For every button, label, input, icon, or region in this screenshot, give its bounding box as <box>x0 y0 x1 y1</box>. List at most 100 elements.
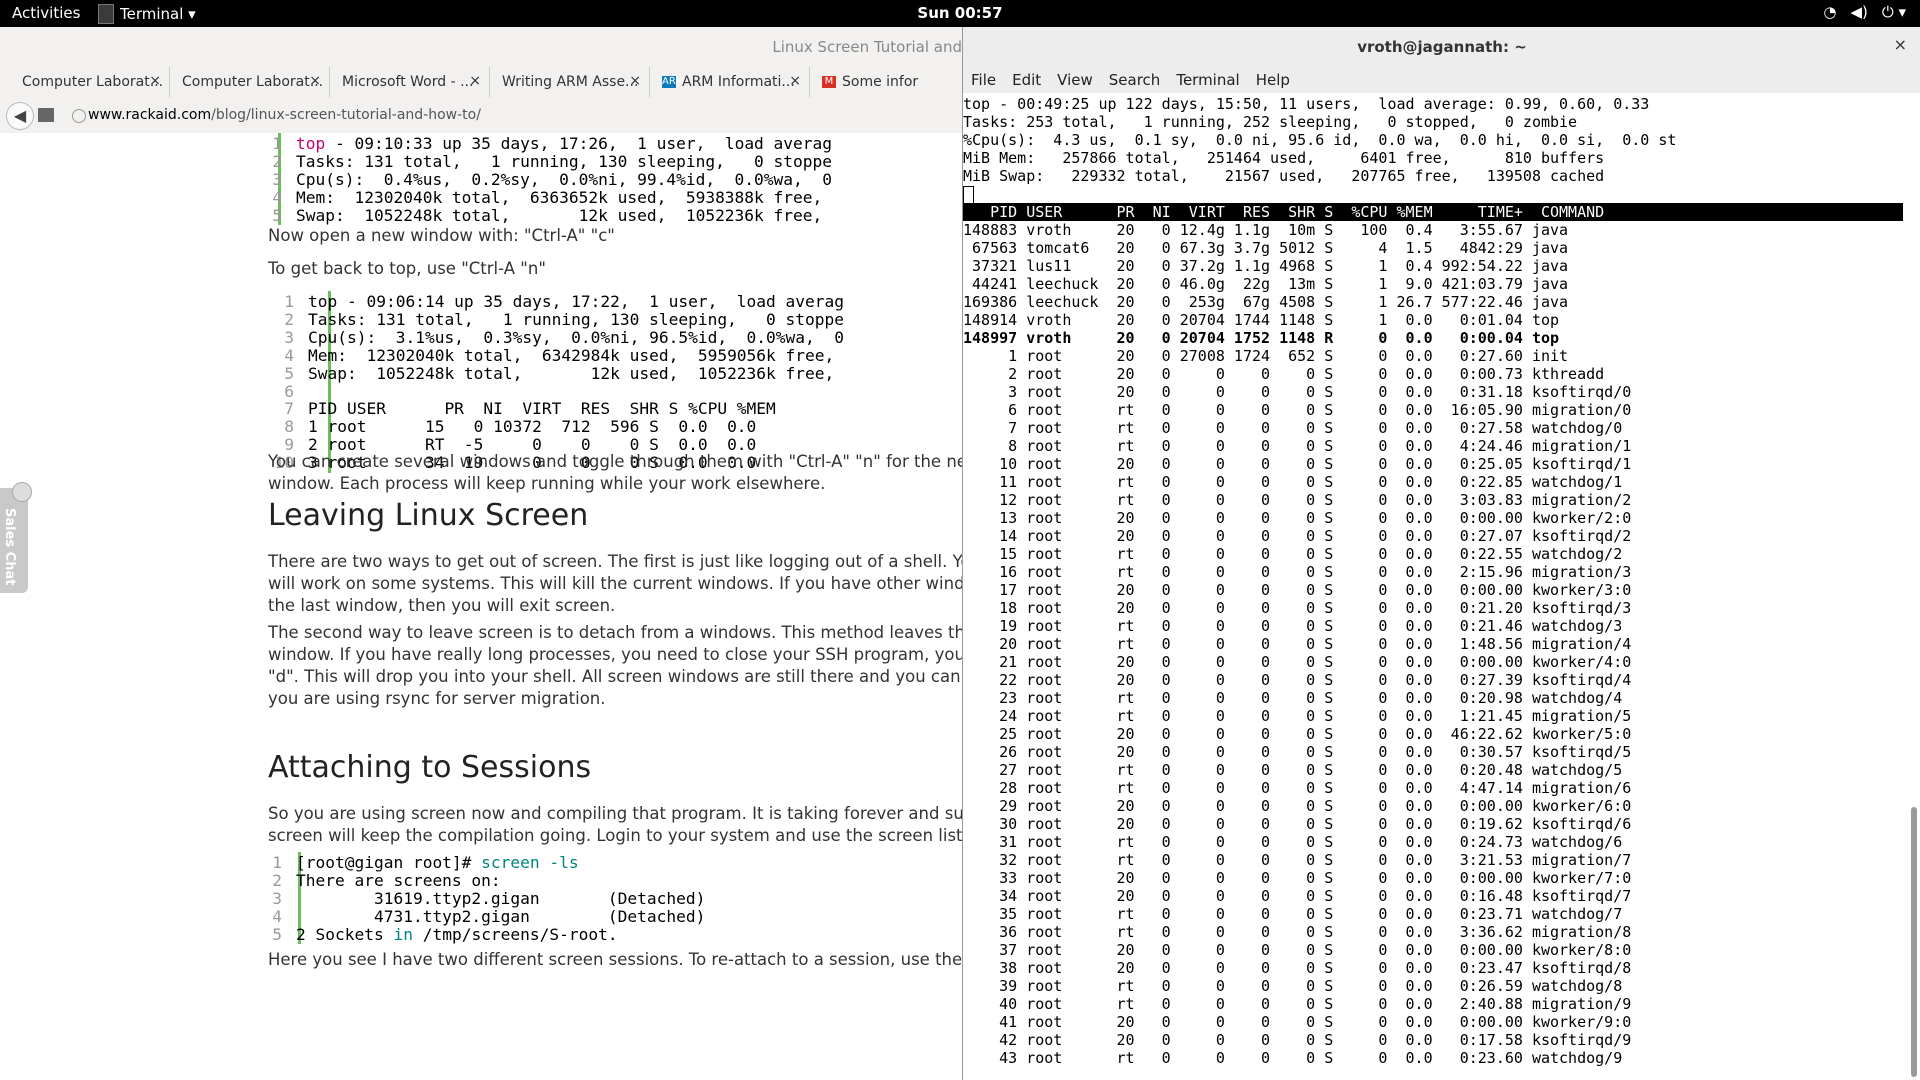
back-button[interactable]: ◀ <box>6 102 34 130</box>
paragraph: Here you see I have two different screen… <box>268 950 962 969</box>
menu-help[interactable]: Help <box>1248 67 1298 93</box>
process-row[interactable]: 33 root 20 0 0 0 0 S 0 0.0 0:00.00 kwork… <box>963 869 1903 887</box>
process-row[interactable]: 37321 lus11 20 0 37.2g 1.1g 4968 S 1 0.4… <box>963 257 1903 275</box>
process-row[interactable]: 22 root 20 0 0 0 0 S 0 0.0 0:27.39 ksoft… <box>963 671 1903 689</box>
tab-close-icon[interactable]: × <box>309 73 321 89</box>
process-row[interactable]: 43 root rt 0 0 0 0 S 0 0.0 0:23.60 watch… <box>963 1049 1903 1067</box>
process-row[interactable]: 42 root 20 0 0 0 0 S 0 0.0 0:17.58 ksoft… <box>963 1031 1903 1049</box>
process-row[interactable]: 67563 tomcat6 20 0 67.3g 3.7g 5012 S 4 1… <box>963 239 1903 257</box>
menu-edit[interactable]: Edit <box>1004 67 1049 93</box>
tab-close-icon[interactable]: × <box>789 73 801 89</box>
code-line: 1 top - 09:10:33 up 35 days, 17:26, 1 use… <box>260 135 832 153</box>
wifi-icon[interactable]: ◔ <box>1823 3 1836 21</box>
tab-label: ARM Informati... <box>682 74 795 90</box>
process-row[interactable]: 32 root rt 0 0 0 0 S 0 0.0 3:21.53 migra… <box>963 851 1903 869</box>
menu-search[interactable]: Search <box>1101 67 1169 93</box>
clock[interactable]: Sun 00:57 <box>0 4 1920 22</box>
browser-tab[interactable]: ARM ARM Informati... × <box>650 67 810 97</box>
browser-tab[interactable]: Computer Laborat... × <box>170 67 330 97</box>
system-tray[interactable]: ◔ ◀) ⏻ ▾ <box>1823 3 1906 21</box>
paragraph-detach: The second way to leave screen is to det… <box>268 622 962 710</box>
code-text: top - 09:06:14 up 35 days, 17:22, 1 user… <box>308 292 845 311</box>
process-row[interactable]: 17 root 20 0 0 0 0 S 0 0.0 0:00.00 kwork… <box>963 581 1903 599</box>
paragraph: window. Each process will keep running w… <box>268 474 826 493</box>
process-row[interactable]: 169386 leechuck 20 0 253g 67g 4508 S 1 2… <box>963 293 1903 311</box>
browser-tab[interactable]: M Some infor <box>810 67 970 97</box>
process-row[interactable]: 20 root rt 0 0 0 0 S 0 0.0 1:48.56 migra… <box>963 635 1903 653</box>
process-row[interactable]: 35 root rt 0 0 0 0 S 0 0.0 0:23.71 watch… <box>963 905 1903 923</box>
process-row[interactable]: 26 root 20 0 0 0 0 S 0 0.0 0:30.57 ksoft… <box>963 743 1903 761</box>
sales-chat-toggle[interactable] <box>12 482 32 502</box>
tab-close-icon[interactable]: × <box>469 73 481 89</box>
close-icon[interactable]: × <box>1894 35 1907 54</box>
process-row[interactable]: 31 root rt 0 0 0 0 S 0 0.0 0:24.73 watch… <box>963 833 1903 851</box>
process-row[interactable]: 30 root 20 0 0 0 0 S 0 0.0 0:19.62 ksoft… <box>963 815 1903 833</box>
process-row[interactable]: 44241 leechuck 20 0 46.0g 22g 13m S 1 9.… <box>963 275 1903 293</box>
app-menu-terminal[interactable]: Terminal ▾ <box>98 0 196 27</box>
process-row[interactable]: 12 root rt 0 0 0 0 S 0 0.0 3:03.83 migra… <box>963 491 1903 509</box>
activities-button[interactable]: Activities <box>12 4 80 22</box>
process-row[interactable]: 148883 vroth 20 0 12.4g 1.1g 10m S 100 0… <box>963 221 1903 239</box>
process-row[interactable]: 16 root rt 0 0 0 0 S 0 0.0 2:15.96 migra… <box>963 563 1903 581</box>
process-row[interactable]: 25 root 20 0 0 0 0 S 0 0.0 46:22.62 kwor… <box>963 725 1903 743</box>
power-icon[interactable]: ⏻ ▾ <box>1882 3 1906 21</box>
process-row[interactable]: 7 root rt 0 0 0 0 S 0 0.0 0:27.58 watchd… <box>963 419 1903 437</box>
process-row[interactable]: 37 root 20 0 0 0 0 S 0 0.0 0:00.00 kwork… <box>963 941 1903 959</box>
browser-tab[interactable]: Writing ARM Asse... × <box>490 67 650 97</box>
code-text: There are screens on: <box>296 870 501 890</box>
process-row[interactable]: 15 root rt 0 0 0 0 S 0 0.0 0:22.55 watch… <box>963 545 1903 563</box>
volume-icon[interactable]: ◀) <box>1850 3 1867 21</box>
browser-tab[interactable]: Computer Laborat... × <box>10 67 170 97</box>
process-row[interactable]: 28 root rt 0 0 0 0 S 0 0.0 4:47.14 migra… <box>963 779 1903 797</box>
code-block-3-text: 1 [root@gigan root]# screen -ls 2 There are… <box>260 854 705 944</box>
terminal-scrollbar[interactable] <box>1911 807 1917 1077</box>
process-row[interactable]: 24 root rt 0 0 0 0 S 0 0.0 1:21.45 migra… <box>963 707 1903 725</box>
menu-file[interactable]: File <box>963 67 1004 93</box>
sales-chat-widget[interactable]: Sales Chat <box>0 482 32 593</box>
process-row[interactable]: 3 root 20 0 0 0 0 S 0 0.0 0:31.18 ksofti… <box>963 383 1903 401</box>
process-row[interactable]: 29 root 20 0 0 0 0 S 0 0.0 0:00.00 kwork… <box>963 797 1903 815</box>
tab-label: Writing ARM Asse... <box>502 74 639 90</box>
process-row[interactable]: 13 root 20 0 0 0 0 S 0 0.0 0:00.00 kwork… <box>963 509 1903 527</box>
code-text: Swap: 1052248k total, 12k used, 1052236k… <box>308 363 835 383</box>
code-text: Tasks: 131 total, 1 running, 130 sleepin… <box>308 309 845 329</box>
code-block-1-text: 1 top - 09:10:33 up 35 days, 17:26, 1 use… <box>260 135 832 225</box>
address-bar[interactable]: www.rackaid.com/blog/linux-screen-tutori… <box>64 103 954 127</box>
terminal-output[interactable]: top - 00:49:25 up 122 days, 15:50, 11 us… <box>963 95 1903 1080</box>
process-row[interactable]: 19 root rt 0 0 0 0 S 0 0.0 0:21.46 watch… <box>963 617 1903 635</box>
tab-close-icon[interactable]: × <box>149 73 161 89</box>
process-row[interactable]: 40 root rt 0 0 0 0 S 0 0.0 2:40.88 migra… <box>963 995 1903 1013</box>
menu-terminal[interactable]: Terminal <box>1168 67 1247 93</box>
code-line: 3 Cpu(s): 0.4%us, 0.2%sy, 0.0%ni, 99.4%id… <box>260 169 832 189</box>
line-number: 3 <box>272 169 282 189</box>
process-row[interactable]: 14 root 20 0 0 0 0 S 0 0.0 0:27.07 ksoft… <box>963 527 1903 545</box>
process-row[interactable]: 18 root 20 0 0 0 0 S 0 0.0 0:21.20 ksoft… <box>963 599 1903 617</box>
terminal-icon <box>98 3 114 24</box>
process-row[interactable]: 10 root 20 0 0 0 0 S 0 0.0 0:25.05 ksoft… <box>963 455 1903 473</box>
tab-close-icon[interactable]: × <box>629 73 641 89</box>
process-row[interactable]: 39 root rt 0 0 0 0 S 0 0.0 0:26.59 watch… <box>963 977 1903 995</box>
process-row[interactable]: 148997 vroth 20 0 20704 1752 1148 R 0 0.… <box>963 329 1903 347</box>
terminal-titlebar[interactable]: vroth@jagannath: ~ × <box>963 27 1920 67</box>
process-row[interactable]: 8 root rt 0 0 0 0 S 0 0.0 4:24.46 migrat… <box>963 437 1903 455</box>
process-row[interactable]: 23 root rt 0 0 0 0 S 0 0.0 0:20.98 watch… <box>963 689 1903 707</box>
line-number: 5 <box>284 363 294 383</box>
paragraph-line: "d". This will drop you into your shell.… <box>268 667 962 686</box>
process-row[interactable]: 6 root rt 0 0 0 0 S 0 0.0 16:05.90 migra… <box>963 401 1903 419</box>
menu-view[interactable]: View <box>1049 67 1101 93</box>
paragraph: Now open a new window with: "Ctrl-A" "c" <box>268 226 615 245</box>
browser-tab[interactable]: Microsoft Word - ... × <box>330 67 490 97</box>
tab-label: Computer Laborat... <box>22 74 164 90</box>
process-row[interactable]: 21 root 20 0 0 0 0 S 0 0.0 0:00.00 kwork… <box>963 653 1903 671</box>
code-line: 2 Tasks: 131 total, 1 running, 130 sleepi… <box>272 309 845 329</box>
process-row[interactable]: 41 root 20 0 0 0 0 S 0 0.0 0:00.00 kwork… <box>963 1013 1903 1031</box>
process-row[interactable]: 36 root rt 0 0 0 0 S 0 0.0 3:36.62 migra… <box>963 923 1903 941</box>
process-row[interactable]: 27 root rt 0 0 0 0 S 0 0.0 0:20.48 watch… <box>963 761 1903 779</box>
process-row[interactable]: 11 root rt 0 0 0 0 S 0 0.0 0:22.85 watch… <box>963 473 1903 491</box>
process-row[interactable]: 1 root 20 0 27008 1724 652 S 0 0.0 0:27.… <box>963 347 1903 365</box>
process-row[interactable]: 34 root 20 0 0 0 0 S 0 0.0 0:16.48 ksoft… <box>963 887 1903 905</box>
process-row[interactable]: 148914 vroth 20 0 20704 1744 1148 S 1 0.… <box>963 311 1903 329</box>
browser-titlebar[interactable]: Linux Screen Tutorial and <box>0 27 962 67</box>
process-row[interactable]: 2 root 20 0 0 0 0 S 0 0.0 0:00.73 kthrea… <box>963 365 1903 383</box>
process-row[interactable]: 38 root 20 0 0 0 0 S 0 0.0 0:23.47 ksoft… <box>963 959 1903 977</box>
